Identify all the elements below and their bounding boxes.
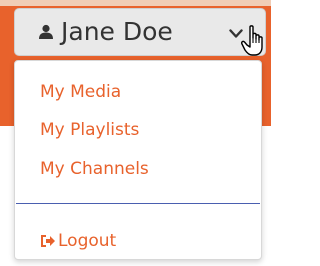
user-menu-button[interactable]: Jane Doe	[14, 8, 266, 56]
menu-item-my-playlists[interactable]: My Playlists	[40, 119, 139, 141]
menu-item-my-media[interactable]: My Media	[40, 81, 121, 103]
sign-out-icon	[41, 235, 55, 247]
user-icon	[39, 24, 53, 39]
logout-label: Logout	[58, 231, 117, 251]
user-name: Jane Doe	[61, 17, 173, 46]
menu-divider	[16, 203, 260, 204]
page: Jane Doe My Media My Playlists My Channe…	[0, 0, 271, 266]
menu-item-my-channels[interactable]: My Channels	[40, 158, 149, 180]
hand-pointer-icon	[241, 25, 263, 56]
user-dropdown-menu: My Media My Playlists My Channels Logout	[14, 60, 262, 260]
logout-link[interactable]: Logout	[40, 230, 116, 252]
